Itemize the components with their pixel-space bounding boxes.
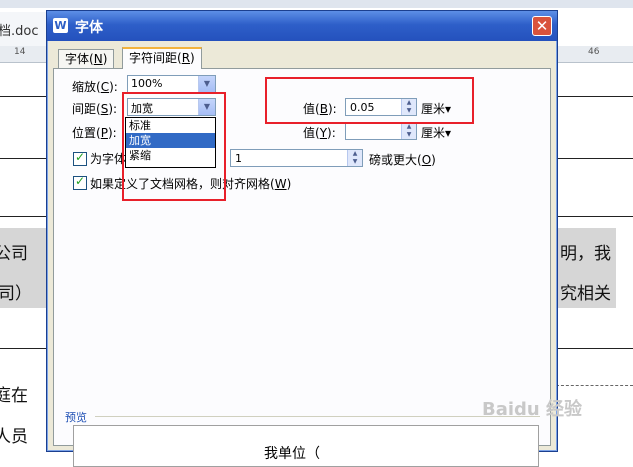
- toolbar-strip: [0, 0, 633, 8]
- document-text: 司）: [0, 284, 32, 304]
- position-label: 位置(P):: [72, 126, 117, 140]
- ruler-number-right: 46: [588, 47, 600, 57]
- position-value-label: 值(Y):: [303, 126, 336, 140]
- close-button[interactable]: ✕: [532, 16, 552, 36]
- spin-down-icon[interactable]: ▼: [348, 158, 362, 166]
- document-tab[interactable]: 档.doc: [0, 12, 48, 46]
- kerning-amount: 1: [235, 152, 242, 165]
- wps-icon: W: [53, 18, 68, 33]
- tab-font-label: 字体: [65, 52, 90, 66]
- tab-spacing-label: 字符间距: [129, 51, 178, 65]
- preview-text: 我单位（: [264, 446, 320, 462]
- document-text: 明，我: [560, 244, 611, 264]
- kerning-checkbox[interactable]: [73, 150, 87, 166]
- kerning-suffix: 磅或更大(O): [369, 153, 436, 167]
- document-tab-label: 档.doc: [0, 24, 39, 39]
- spin-up-icon[interactable]: ▲: [348, 150, 362, 158]
- position-unit-select[interactable]: 厘米▾: [421, 124, 451, 141]
- annotation-box: [265, 77, 474, 124]
- tab-font[interactable]: 字体(N): [58, 49, 115, 69]
- annotation-box: [122, 92, 226, 201]
- hotkey: R: [181, 51, 191, 65]
- ruler-number-left: 14: [14, 47, 26, 57]
- hotkey: N: [93, 52, 103, 66]
- document-text: 公司: [0, 244, 28, 264]
- document-text: 人员: [0, 427, 28, 447]
- document-text: 庭在: [0, 386, 28, 406]
- dialog-title: 字体: [75, 20, 103, 36]
- spacing-label: 间距(S):: [72, 102, 118, 116]
- kerning-amount-spinner[interactable]: 1 ▲ ▼: [230, 149, 363, 167]
- preview-label: 预览: [65, 411, 87, 424]
- watermark: Baidu 经验: [482, 399, 583, 420]
- document-text: 究相关: [560, 284, 611, 304]
- spin-down-icon[interactable]: ▼: [402, 131, 416, 139]
- kerning-label: 为字体: [90, 152, 127, 166]
- scale-label: 缩放(C):: [72, 80, 118, 94]
- scale-select[interactable]: 100% ▼: [127, 75, 216, 93]
- position-amount-spinner[interactable]: ▲ ▼: [345, 122, 417, 140]
- spin-up-icon[interactable]: ▲: [402, 123, 416, 131]
- preview-divider: [95, 416, 540, 417]
- tab-character-spacing[interactable]: 字符间距(R): [122, 47, 202, 69]
- scale-value: 100%: [131, 77, 163, 90]
- divider: [556, 385, 633, 386]
- dialog-titlebar[interactable]: W 字体 ✕: [47, 11, 557, 41]
- chevron-down-icon[interactable]: ▼: [198, 76, 215, 92]
- grid-checkbox[interactable]: [73, 174, 87, 190]
